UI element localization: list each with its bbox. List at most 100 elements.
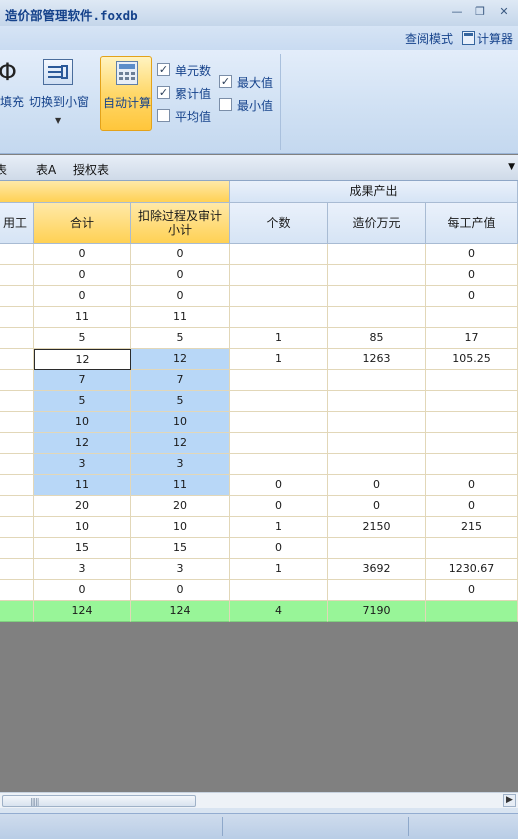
cell-cost[interactable]: 1263	[328, 349, 426, 370]
cell-count[interactable]	[230, 433, 328, 454]
cell-count[interactable]: 4	[230, 601, 328, 622]
cell-total[interactable]: 3	[34, 454, 131, 475]
tab-table-a[interactable]: 表A	[36, 161, 56, 178]
column-header-output-per-labor[interactable]: 每工产值	[426, 203, 518, 244]
column-header-cost[interactable]: 造价万元	[328, 203, 426, 244]
column-header-count[interactable]: 个数	[230, 203, 328, 244]
cell-cost[interactable]	[328, 454, 426, 475]
cell-cost[interactable]: 0	[328, 475, 426, 496]
cell-count[interactable]: 1	[230, 349, 328, 370]
cell-count[interactable]	[230, 412, 328, 433]
cell-labor[interactable]	[0, 538, 34, 559]
table-row[interactable]: 5 5 1 85 17	[0, 328, 518, 349]
checkbox-min[interactable]	[219, 98, 232, 111]
cell-cost[interactable]	[328, 244, 426, 265]
cell-labor[interactable]	[0, 349, 34, 370]
cell-total[interactable]: 5	[34, 328, 131, 349]
cell-labor[interactable]	[0, 454, 34, 475]
cell-total[interactable]: 10	[34, 517, 131, 538]
cell-subtotal[interactable]: 5	[131, 328, 230, 349]
chevron-down-icon[interactable]: ▼	[55, 116, 61, 125]
cell-subtotal[interactable]: 5	[131, 391, 230, 412]
cell-output[interactable]: 0	[426, 580, 518, 601]
fill-icon[interactable]: Φ	[0, 58, 17, 86]
cell-output[interactable]: 0	[426, 475, 518, 496]
cell-subtotal[interactable]: 20	[131, 496, 230, 517]
cell-total[interactable]: 124	[34, 601, 131, 622]
calculator-button[interactable]: 计算器	[477, 30, 513, 47]
table-row[interactable]: 77	[0, 370, 518, 391]
cell-total[interactable]: 5	[34, 391, 131, 412]
auto-calc-button[interactable]: 自动计算	[100, 56, 152, 131]
cell-output[interactable]: 1230.67	[426, 559, 518, 580]
cell-subtotal[interactable]: 124	[131, 601, 230, 622]
cell-subtotal[interactable]: 10	[131, 412, 230, 433]
cell-count[interactable]: 1	[230, 517, 328, 538]
cell-subtotal[interactable]: 7	[131, 370, 230, 391]
cell-labor[interactable]	[0, 475, 34, 496]
cell-labor[interactable]	[0, 559, 34, 580]
cell-labor[interactable]	[0, 412, 34, 433]
table-row[interactable]: 3 3 1 3692 1230.67	[0, 559, 518, 580]
cell-count[interactable]: 0	[230, 475, 328, 496]
table-row[interactable]: 11 11 0 0 0	[0, 475, 518, 496]
cell-cost[interactable]: 3692	[328, 559, 426, 580]
cell-subtotal[interactable]: 0	[131, 286, 230, 307]
switch-window-icon[interactable]	[43, 59, 73, 85]
table-row[interactable]: 55	[0, 391, 518, 412]
scroll-right-arrow-icon[interactable]: ▶	[503, 794, 516, 807]
table-row[interactable]: 20 20 0 0 0	[0, 496, 518, 517]
cell-output[interactable]: 0	[426, 244, 518, 265]
cell-labor[interactable]	[0, 244, 34, 265]
cell-total[interactable]: 12	[34, 349, 131, 370]
table-row[interactable]: 10 10	[0, 412, 518, 433]
cell-output[interactable]: 0	[426, 265, 518, 286]
cell-count[interactable]	[230, 391, 328, 412]
column-header-total[interactable]: 合计	[34, 203, 131, 244]
cell-output[interactable]	[426, 538, 518, 559]
column-header-labor[interactable]: 用工	[0, 203, 34, 244]
cell-labor[interactable]	[0, 307, 34, 328]
calculator-icon[interactable]	[462, 31, 475, 45]
cell-subtotal[interactable]: 11	[131, 307, 230, 328]
horizontal-scrollbar[interactable]: ||||| ▶	[0, 792, 518, 808]
cell-cost[interactable]	[328, 412, 426, 433]
cell-total[interactable]: 0	[34, 580, 131, 601]
cell-output[interactable]	[426, 454, 518, 475]
cell-cost[interactable]	[328, 433, 426, 454]
cell-count[interactable]: 0	[230, 538, 328, 559]
table-row[interactable]: 12 12	[0, 433, 518, 454]
cell-count[interactable]	[230, 370, 328, 391]
table-row[interactable]: 12 12 1 1263 105.25	[0, 349, 518, 370]
cell-output[interactable]	[426, 412, 518, 433]
table-row[interactable]: 000	[0, 580, 518, 601]
cell-subtotal[interactable]: 3	[131, 559, 230, 580]
table-row[interactable]: 33	[0, 454, 518, 475]
cell-labor[interactable]	[0, 265, 34, 286]
cell-cost[interactable]	[328, 265, 426, 286]
cell-cost[interactable]	[328, 580, 426, 601]
tab-table[interactable]: 表	[0, 161, 7, 178]
cell-labor[interactable]	[0, 391, 34, 412]
cell-total[interactable]: 7	[34, 370, 131, 391]
cell-count[interactable]	[230, 286, 328, 307]
table-row[interactable]: 15 15 0	[0, 538, 518, 559]
cell-output[interactable]	[426, 370, 518, 391]
table-row[interactable]: 000	[0, 244, 518, 265]
cell-output[interactable]	[426, 601, 518, 622]
cell-output[interactable]: 105.25	[426, 349, 518, 370]
minimize-button[interactable]: —	[449, 4, 465, 20]
cell-subtotal[interactable]: 10	[131, 517, 230, 538]
switch-window-button[interactable]: 切换到小窗	[29, 93, 89, 110]
cell-labor[interactable]	[0, 601, 34, 622]
cell-subtotal[interactable]: 11	[131, 475, 230, 496]
tab-auth[interactable]: 授权表	[73, 161, 109, 178]
cell-subtotal[interactable]: 12	[131, 433, 230, 454]
total-row[interactable]: 124 124 4 7190	[0, 601, 518, 622]
cell-count[interactable]	[230, 244, 328, 265]
cell-subtotal[interactable]: 0	[131, 580, 230, 601]
cell-labor[interactable]	[0, 370, 34, 391]
cell-output[interactable]: 215	[426, 517, 518, 538]
checkbox-average[interactable]	[157, 109, 170, 122]
cell-count[interactable]	[230, 265, 328, 286]
